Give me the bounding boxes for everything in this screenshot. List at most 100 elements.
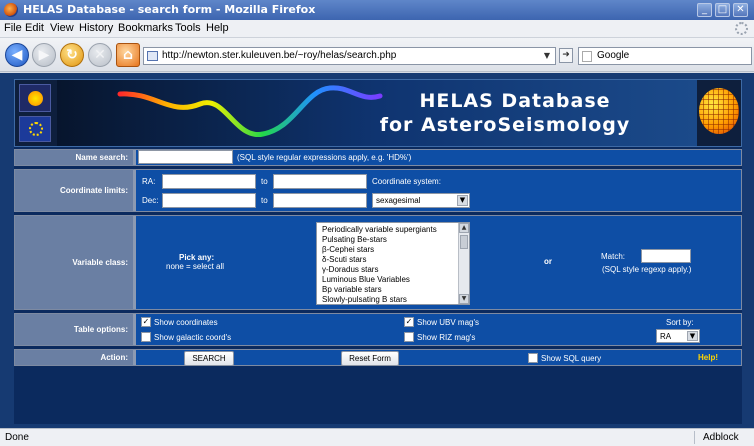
forward-button[interactable]: ▶ bbox=[32, 43, 56, 67]
stop-button[interactable]: ✕ bbox=[88, 43, 112, 67]
list-item[interactable]: Luminous Blue Variables bbox=[322, 275, 410, 284]
coordinate-limits-row: Coordinate limits: RA: to Coordinate sys… bbox=[14, 169, 742, 212]
menu-bookmarks[interactable]: Bookmarks bbox=[118, 22, 173, 34]
search-bar[interactable]: Google bbox=[578, 47, 752, 65]
menu-help[interactable]: Help bbox=[206, 22, 229, 34]
dec-to-label: to bbox=[261, 196, 268, 205]
maximize-button[interactable]: □ bbox=[715, 3, 730, 17]
action-row: Action: SEARCH Reset Form Show SQL query… bbox=[14, 349, 742, 366]
show-riz-label[interactable]: Show RIZ mag's bbox=[417, 333, 475, 342]
adblock-addon[interactable]: Adblock bbox=[703, 432, 739, 443]
menu-bar: File Edit View History Bookmarks Tools H… bbox=[0, 20, 754, 38]
ra-label: RA: bbox=[142, 177, 156, 186]
firefox-icon bbox=[4, 3, 18, 17]
star-globe-graphic bbox=[699, 88, 739, 134]
sort-by-select[interactable]: RA ▼ bbox=[656, 329, 700, 343]
show-sql-checkbox[interactable] bbox=[528, 353, 538, 363]
url-text[interactable]: http://newton.ster.kuleuven.be/~roy/hela… bbox=[162, 50, 396, 61]
show-ubv-checkbox[interactable]: ✓ bbox=[404, 317, 414, 327]
list-item[interactable]: β-Cephei stars bbox=[322, 245, 374, 254]
page-favicon-icon bbox=[147, 51, 158, 61]
table-options-row: Table options: ✓ Show coordinates Show g… bbox=[14, 313, 742, 346]
close-button[interactable]: ✕ bbox=[733, 3, 748, 17]
show-riz-checkbox[interactable] bbox=[404, 332, 414, 342]
helas-logo bbox=[19, 84, 51, 112]
url-dropdown-icon[interactable]: ▼ bbox=[541, 50, 553, 62]
variable-class-listbox[interactable]: Periodically variable supergiants Pulsat… bbox=[316, 222, 470, 305]
sort-by-label: Sort by: bbox=[666, 318, 694, 327]
match-hint: (SQL style regexp apply.) bbox=[602, 265, 692, 274]
go-button[interactable]: ➜ bbox=[559, 48, 573, 63]
action-label: Action: bbox=[15, 350, 133, 365]
coordinate-limits-label: Coordinate limits: bbox=[15, 170, 133, 211]
table-options-label: Table options: bbox=[15, 314, 133, 345]
coordinate-system-label: Coordinate system: bbox=[372, 177, 441, 186]
reload-button[interactable]: ↻ bbox=[60, 43, 84, 67]
window-titlebar: HELAS Database - search form - Mozilla F… bbox=[0, 0, 754, 20]
search-engine-text[interactable]: Google bbox=[597, 50, 629, 61]
menu-view[interactable]: View bbox=[50, 22, 74, 34]
dec-from-input[interactable] bbox=[162, 193, 256, 208]
show-galactic-checkbox[interactable] bbox=[141, 332, 151, 342]
minimize-button[interactable]: _ bbox=[697, 3, 712, 17]
eu-flag-logo bbox=[19, 116, 51, 142]
list-item[interactable]: Bp variable stars bbox=[322, 285, 382, 294]
name-search-row: Name search: (SQL style regular expressi… bbox=[14, 149, 742, 166]
listbox-scrollbar[interactable]: ▲ ▼ bbox=[458, 223, 469, 304]
page-content: HELAS Database for AsteroSeismology Name… bbox=[0, 73, 754, 428]
banner-title-line1: HELAS Database bbox=[419, 90, 611, 112]
ra-to-label: to bbox=[261, 177, 268, 186]
name-search-input[interactable] bbox=[138, 150, 233, 164]
list-item[interactable]: Slowly-pulsating B stars bbox=[322, 295, 407, 304]
match-label: Match: bbox=[601, 252, 626, 261]
menu-edit[interactable]: Edit bbox=[25, 22, 44, 34]
rainbow-wave-graphic bbox=[117, 85, 383, 137]
status-text: Done bbox=[5, 432, 29, 443]
name-search-label: Name search: bbox=[15, 150, 133, 165]
show-galactic-label[interactable]: Show galactic coord's bbox=[154, 333, 231, 342]
search-engine-icon[interactable] bbox=[582, 51, 592, 62]
home-button[interactable]: ⌂ bbox=[116, 43, 140, 67]
status-bar: Done Adblock bbox=[0, 428, 754, 446]
list-item[interactable]: δ-Scuti stars bbox=[322, 255, 366, 264]
show-sql-label[interactable]: Show SQL query bbox=[541, 354, 601, 363]
pick-any-label: Pick any: bbox=[179, 253, 215, 262]
banner: HELAS Database for AsteroSeismology bbox=[14, 79, 742, 147]
back-button[interactable]: ◀ bbox=[5, 43, 29, 67]
variable-class-row: Variable class: Pick any: none = select … bbox=[14, 215, 742, 310]
menu-history[interactable]: History bbox=[79, 22, 113, 34]
menu-file[interactable]: File bbox=[4, 22, 22, 34]
match-input[interactable] bbox=[641, 249, 691, 263]
dec-to-input[interactable] bbox=[273, 193, 367, 208]
show-coordinates-checkbox[interactable]: ✓ bbox=[141, 317, 151, 327]
list-item[interactable]: γ-Doradus stars bbox=[322, 265, 378, 274]
ra-from-input[interactable] bbox=[162, 174, 256, 189]
scroll-down-icon[interactable]: ▼ bbox=[459, 294, 469, 304]
show-coordinates-label[interactable]: Show coordinates bbox=[154, 318, 218, 327]
url-bar[interactable]: http://newton.ster.kuleuven.be/~roy/hela… bbox=[143, 47, 556, 65]
help-link[interactable]: Help! bbox=[698, 353, 718, 362]
show-ubv-label[interactable]: Show UBV mag's bbox=[417, 318, 479, 327]
menu-tools[interactable]: Tools bbox=[175, 22, 201, 34]
sort-by-value: RA bbox=[660, 332, 672, 341]
search-button[interactable]: SEARCH bbox=[184, 351, 234, 366]
dec-label: Dec: bbox=[142, 196, 159, 205]
list-item[interactable]: Pulsating Be-stars bbox=[322, 235, 387, 244]
dropdown-arrow-icon[interactable]: ▼ bbox=[687, 331, 698, 341]
reset-form-button[interactable]: Reset Form bbox=[341, 351, 399, 366]
scrollbar-thumb[interactable] bbox=[460, 235, 468, 249]
coordinate-system-value: sexagesimal bbox=[376, 196, 421, 205]
throbber-icon bbox=[735, 22, 748, 35]
coordinate-system-select[interactable]: sexagesimal ▼ bbox=[372, 193, 470, 208]
variable-class-label: Variable class: bbox=[15, 216, 133, 309]
pick-any-hint: none = select all bbox=[166, 262, 225, 271]
or-label: or bbox=[544, 257, 552, 266]
window-title: HELAS Database - search form - Mozilla F… bbox=[23, 3, 316, 16]
name-search-hint: (SQL style regular expressions apply, e.… bbox=[237, 153, 412, 162]
helas-page: HELAS Database for AsteroSeismology Name… bbox=[14, 79, 742, 424]
dropdown-arrow-icon[interactable]: ▼ bbox=[457, 195, 468, 206]
ra-to-input[interactable] bbox=[273, 174, 367, 189]
scroll-up-icon[interactable]: ▲ bbox=[459, 223, 469, 233]
list-item[interactable]: Periodically variable supergiants bbox=[322, 225, 437, 234]
navigation-toolbar: ◀ ▶ ↻ ✕ ⌂ http://newton.ster.kuleuven.be… bbox=[0, 38, 754, 72]
